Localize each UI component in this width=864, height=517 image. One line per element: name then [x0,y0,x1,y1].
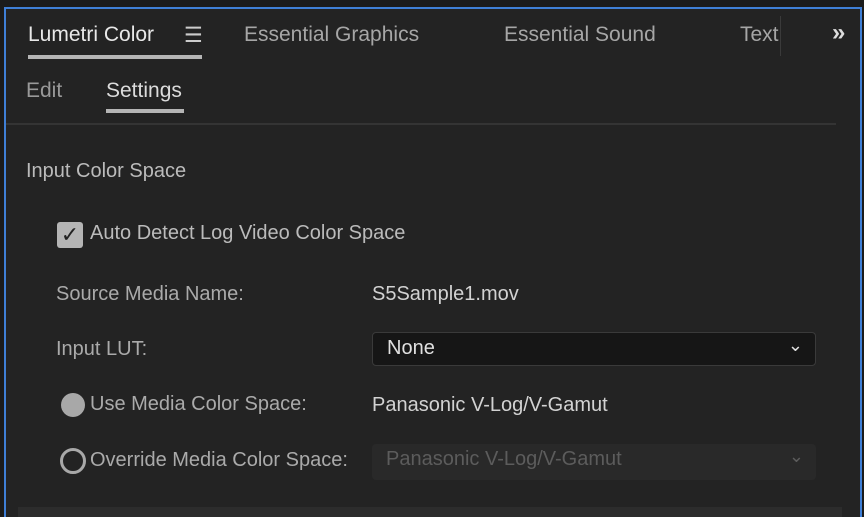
override-media-dropdown[interactable]: Panasonic V-Log/V-Gamut ⌄ [372,444,816,480]
next-section-bar [18,507,842,517]
override-media-value: Panasonic V-Log/V-Gamut [386,448,622,470]
input-lut-value: None [387,337,435,359]
section-title: Input Color Space [26,160,187,182]
auto-detect-checkbox[interactable]: ✓ [57,222,83,248]
auto-detect-label: Auto Detect Log Video Color Space [90,222,406,244]
input-lut-label: Input LUT: [56,338,148,360]
use-media-radio[interactable] [61,393,85,417]
tab-divider [780,16,781,56]
chevron-down-icon: ⌄ [787,335,803,355]
source-media-value: S5Sample1.mov [372,283,519,305]
source-media-label: Source Media Name: [56,283,244,305]
use-media-value: Panasonic V-Log/V-Gamut [372,394,608,416]
tab-essential-graphics[interactable]: Essential Graphics [244,23,419,47]
panel-menu-icon[interactable]: ☰ [184,23,203,48]
tab-text[interactable]: Text [740,23,779,47]
override-media-radio[interactable] [60,448,86,474]
input-lut-dropdown[interactable]: None ⌄ [372,332,816,366]
tab-lumetri-color[interactable]: Lumetri Color [28,23,154,47]
tab-active-underline [28,55,202,59]
chevron-down-icon: ⌄ [788,446,804,466]
subtab-edit[interactable]: Edit [26,79,62,103]
subtab-settings[interactable]: Settings [106,79,182,103]
lumetri-panel: Lumetri Color ☰ Essential Graphics Essen… [4,7,862,517]
override-media-label: Override Media Color Space: [90,449,348,471]
tab-essential-sound[interactable]: Essential Sound [504,23,656,47]
subtab-active-underline [106,109,184,113]
use-media-label: Use Media Color Space: [90,393,307,415]
more-tabs-icon[interactable]: » [832,19,845,47]
divider [6,123,836,125]
